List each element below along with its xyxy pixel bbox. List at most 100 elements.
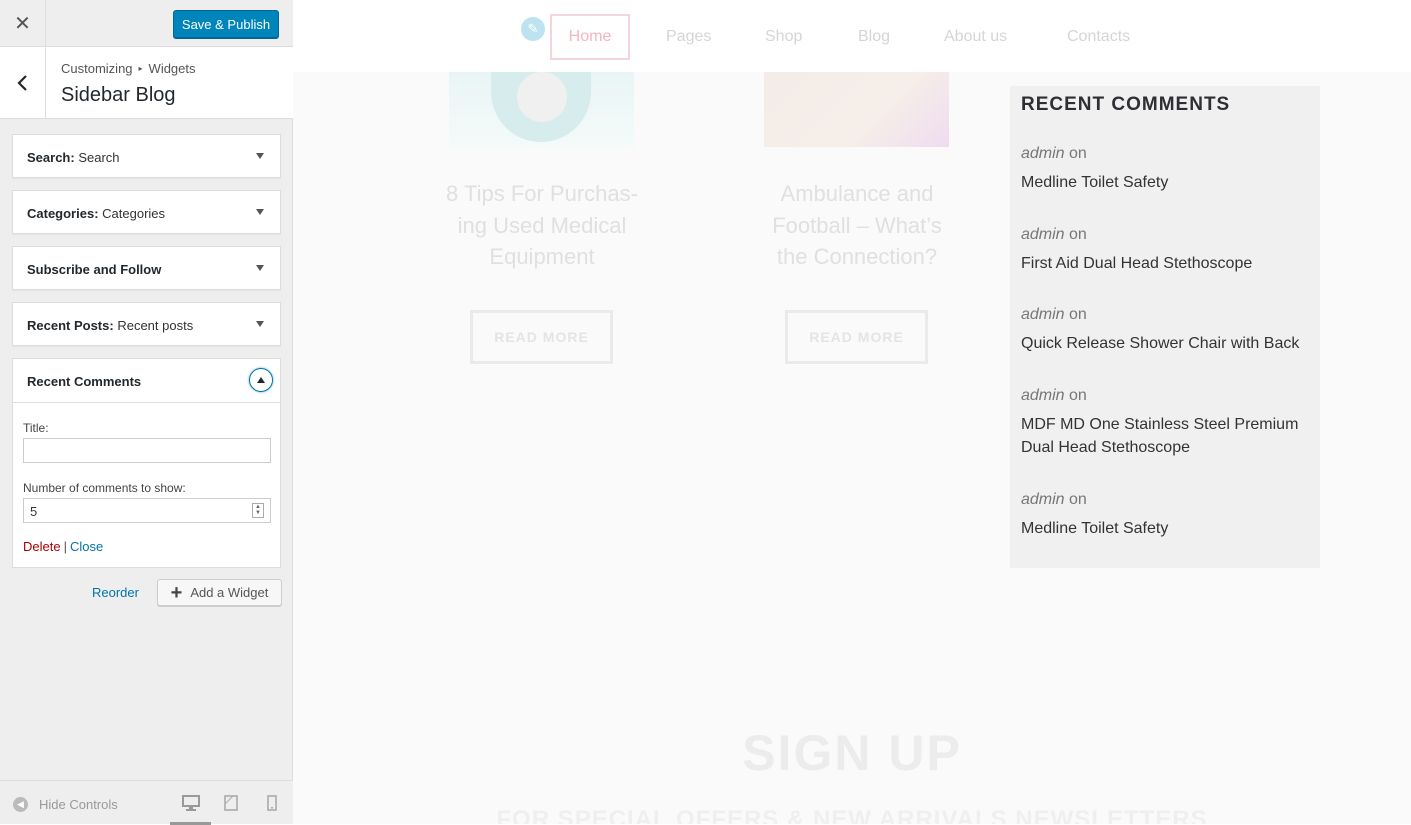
widget-actions: Delete | Close	[23, 539, 103, 554]
widget-subscribe-follow[interactable]: Subscribe and Follow	[12, 246, 281, 290]
post-thumbnail-medical-device[interactable]	[449, 72, 634, 147]
post-thumbnail-blood-pressure[interactable]	[764, 72, 949, 147]
arrow-up-icon	[257, 377, 265, 383]
comment-meta: admin on	[1021, 226, 1311, 244]
widget-instance-title: Categories	[102, 206, 166, 221]
widget-name: Search	[27, 150, 71, 165]
post-title-line: Equipment	[489, 244, 595, 269]
comment-author: admin	[1021, 226, 1065, 243]
widget-instance-title: Search	[78, 150, 120, 165]
widget-search[interactable]: Search: Search	[12, 134, 281, 178]
device-shape	[517, 72, 567, 122]
comment-post-link[interactable]: Quick Release Shower Chair with Back	[1021, 333, 1311, 356]
title-input[interactable]	[23, 438, 271, 463]
mobile-icon[interactable]	[267, 795, 277, 811]
post-title-line: Ambulance and	[780, 181, 934, 206]
comment-meta: admin on	[1021, 306, 1311, 324]
comment-post-link[interactable]: Medline Toilet Safety	[1021, 518, 1311, 541]
back-button[interactable]	[0, 47, 46, 118]
hide-controls-button[interactable]: ◀ Hide Controls	[13, 797, 118, 812]
close-icon: ✕	[14, 12, 31, 35]
widget-title: Categories: Categories	[27, 206, 166, 221]
widget-instance-title: Recent posts	[117, 318, 194, 333]
count-field-label: Number of comments to show:	[23, 481, 186, 495]
title-field-label: Title:	[23, 421, 49, 435]
comment-author: admin	[1021, 306, 1065, 323]
save-publish-button[interactable]: Save & Publish	[173, 10, 279, 38]
chevron-left-icon	[16, 74, 27, 91]
comment-item: admin on First Aid Dual Head Stethoscope	[1021, 226, 1311, 276]
delete-link[interactable]: Delete	[23, 539, 61, 554]
action-separator: |	[63, 539, 67, 554]
breadcrumb: Customizing ▸ Widgets	[61, 61, 196, 76]
widget-title: Search: Search	[27, 150, 120, 165]
site-preview: ✎ Home Pages Shop Blog About us Contacts…	[293, 0, 1411, 824]
recent-comments-widget: RECENT COMMENTS admin on Medline Toilet …	[1010, 86, 1320, 568]
comment-item: admin on MDF MD One Stainless Steel Prem…	[1021, 387, 1311, 459]
plus-icon: +	[170, 581, 183, 604]
customizer-header: ✕ Save & Publish	[0, 0, 293, 47]
comment-item: admin on Medline Toilet Safety	[1021, 491, 1311, 541]
nav-item-pages[interactable]: Pages	[666, 28, 711, 46]
comment-post-link[interactable]: First Aid Dual Head Stethoscope	[1021, 253, 1311, 276]
comment-on: on	[1069, 145, 1087, 162]
widget-name: Recent Comments	[27, 374, 142, 389]
signup-heading: SIGN UP	[742, 725, 962, 781]
comment-on: on	[1069, 491, 1087, 508]
expand-arrow-icon[interactable]	[256, 265, 264, 271]
comment-author: admin	[1021, 387, 1065, 404]
expand-arrow-icon[interactable]	[256, 209, 264, 215]
expand-arrow-icon[interactable]	[256, 321, 264, 327]
nav-item-home[interactable]: Home	[550, 14, 630, 60]
comment-meta: admin on	[1021, 145, 1311, 163]
breadcrumb-separator: ▸	[138, 64, 143, 73]
breadcrumb-customizing: Customizing	[61, 61, 133, 76]
edit-shortcut-pencil-icon[interactable]: ✎	[521, 17, 545, 41]
comment-meta: admin on	[1021, 387, 1311, 405]
close-link[interactable]: Close	[70, 539, 103, 554]
post-title-line: the Connection?	[776, 244, 938, 269]
comment-on: on	[1069, 226, 1087, 243]
widget-recent-comments: Recent Comments Title: Number of comment…	[12, 358, 281, 568]
comment-on: on	[1069, 387, 1087, 404]
comment-meta: admin on	[1021, 491, 1311, 509]
comment-author: admin	[1021, 145, 1065, 162]
collapse-widget-button[interactable]	[249, 368, 273, 392]
breadcrumb-widgets: Widgets	[148, 61, 196, 76]
tablet-icon[interactable]	[224, 795, 238, 811]
nav-item-shop[interactable]: Shop	[765, 28, 802, 46]
nav-item-about-us[interactable]: About us	[944, 28, 1007, 46]
expand-arrow-icon[interactable]	[256, 153, 264, 159]
collapse-arrow-icon: ◀	[13, 797, 28, 812]
comment-count-input[interactable]: 5 ▲ ▼	[23, 498, 271, 523]
number-spinner-icon[interactable]: ▲ ▼	[252, 503, 264, 518]
post-title-line: ing Used Medical	[457, 212, 627, 238]
desktop-icon[interactable]	[182, 795, 200, 811]
widget-title: Recent Posts: Recent posts	[27, 318, 194, 333]
widget-recent-posts[interactable]: Recent Posts: Recent posts	[12, 302, 281, 346]
nav-item-blog[interactable]: Blog	[858, 28, 890, 46]
post-title-line: Football – What’s	[772, 212, 942, 238]
widget-categories[interactable]: Categories: Categories	[12, 190, 281, 234]
widget-title: Subscribe and Follow	[27, 262, 161, 277]
widget-recent-comments-header[interactable]: Recent Comments	[13, 359, 280, 403]
read-more-button-1[interactable]: READ MORE	[470, 310, 613, 364]
nav-item-contacts[interactable]: Contacts	[1067, 28, 1130, 46]
add-widget-label: Add a Widget	[190, 585, 269, 600]
section-header: Customizing ▸ Widgets Sidebar Blog	[0, 47, 293, 119]
comment-count-value: 5	[30, 504, 38, 519]
comment-item: admin on Medline Toilet Safety	[1021, 145, 1311, 195]
add-widget-button[interactable]: + Add a Widget	[157, 579, 282, 606]
widget-name: Categories	[27, 206, 95, 221]
read-more-button-2[interactable]: READ MORE	[785, 310, 928, 364]
comment-post-link[interactable]: Medline Toilet Safety	[1021, 172, 1311, 195]
comment-post-link[interactable]: MDF MD One Stainless Steel Premium Dual …	[1021, 414, 1311, 459]
comment-on: on	[1069, 306, 1087, 323]
comment-author: admin	[1021, 491, 1065, 508]
post-title-1[interactable]: 8 Tips For Purchas- ing Used Medical Equ…	[442, 178, 642, 273]
close-customizer-button[interactable]: ✕	[0, 0, 46, 46]
hide-controls-label: Hide Controls	[39, 797, 118, 812]
post-title-2[interactable]: Ambulance and Football – What’s the Conn…	[757, 178, 957, 273]
comment-item: admin on Quick Release Shower Chair with…	[1021, 306, 1311, 356]
reorder-link[interactable]: Reorder	[92, 585, 139, 600]
